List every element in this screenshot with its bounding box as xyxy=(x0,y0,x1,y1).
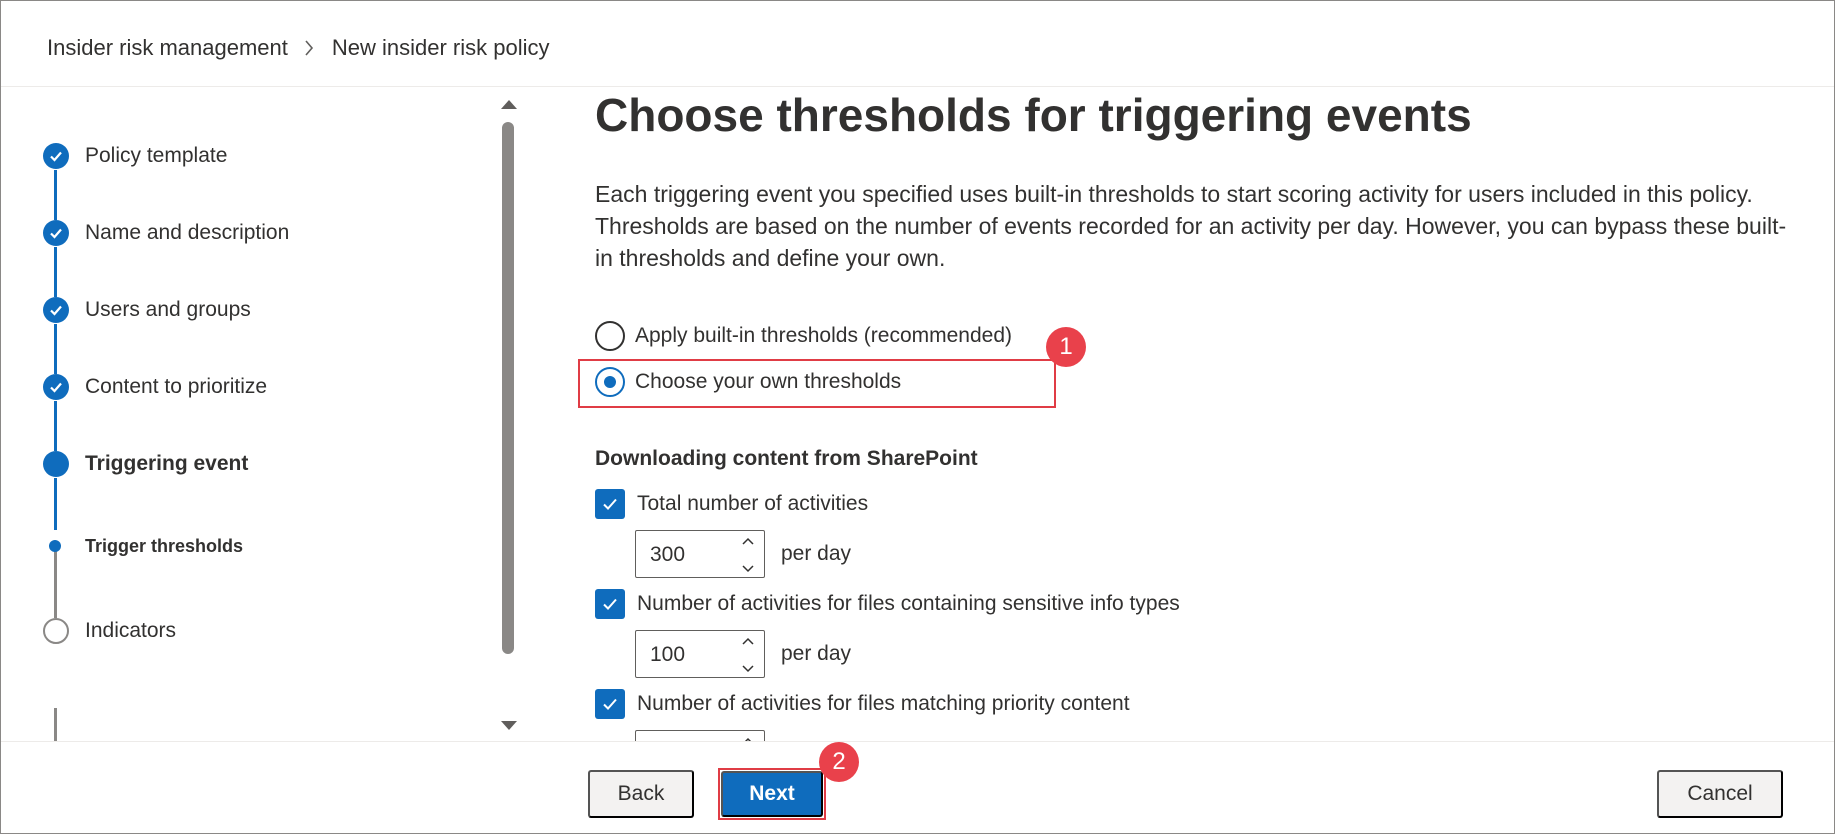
quantity-stepper[interactable] xyxy=(635,730,765,741)
substep-trigger-thresholds[interactable]: Trigger thresholds xyxy=(1,528,501,568)
step-connector xyxy=(54,708,57,741)
radio-button[interactable] xyxy=(595,321,625,351)
step-content-to-prioritize[interactable]: Content to prioritize xyxy=(1,367,501,407)
breadcrumb: Insider risk management New insider risk… xyxy=(47,35,550,61)
section-title: Downloading content from SharePoint xyxy=(595,447,978,470)
main-content: Choose thresholds for triggering events … xyxy=(522,88,1834,741)
scroll-up-arrow-icon[interactable] xyxy=(501,100,517,109)
breadcrumb-item-new-insider-risk-policy: New insider risk policy xyxy=(331,35,550,60)
step-label: Triggering event xyxy=(85,452,249,475)
checkmark-circle-icon xyxy=(43,143,69,169)
checkbox-sensitive-info-activities[interactable]: Number of activities for files containin… xyxy=(595,588,1180,620)
wizard-stepper: Policy template Name and description Use… xyxy=(1,88,521,741)
scrollbar-thumb[interactable] xyxy=(502,122,514,654)
checkmark-circle-icon xyxy=(43,297,69,323)
step-label: Policy template xyxy=(85,144,228,167)
step-label: Users and groups xyxy=(85,298,251,321)
next-button[interactable]: Next xyxy=(721,771,823,817)
chevron-up-icon[interactable] xyxy=(742,537,754,545)
step-label: Content to prioritize xyxy=(85,375,268,398)
quantity-stepper[interactable]: 100 xyxy=(635,630,765,678)
breadcrumb-item-insider-risk-management[interactable]: Insider risk management xyxy=(47,35,288,61)
page-description: Each triggering event you specified uses… xyxy=(595,181,1787,271)
step-label: Trigger thresholds xyxy=(85,536,244,556)
current-substep-dot-icon xyxy=(49,540,61,552)
footer-bar: Back Next 2 Cancel xyxy=(1,741,1834,833)
annotation-badge-1: 1 xyxy=(1046,327,1086,367)
page-title: Choose thresholds for triggering events xyxy=(595,89,1472,141)
scroll-down-arrow-icon[interactable] xyxy=(501,721,517,730)
back-button[interactable]: Back xyxy=(588,770,694,818)
header-bar: Insider risk management New insider risk… xyxy=(1,1,1834,87)
cancel-button[interactable]: Cancel xyxy=(1657,770,1783,818)
chevron-up-icon[interactable] xyxy=(742,637,754,645)
threshold-row-priority xyxy=(635,730,765,741)
annotation-badge-2: 2 xyxy=(819,742,859,782)
chevron-down-icon[interactable] xyxy=(742,665,754,673)
checkbox-priority-content-activities[interactable]: Number of activities for files matching … xyxy=(595,688,1130,720)
step-triggering-event[interactable]: Triggering event xyxy=(1,444,501,484)
current-step-dot-icon xyxy=(43,451,69,477)
checkbox-label: Total number of activities xyxy=(637,492,869,515)
step-connector xyxy=(54,478,57,530)
chevron-right-icon xyxy=(304,40,314,56)
annotation-highlight-box xyxy=(578,359,1056,408)
checkmark-circle-icon xyxy=(43,220,69,246)
empty-circle-icon xyxy=(43,618,69,644)
checkbox-label: Number of activities for files matching … xyxy=(637,692,1130,715)
stepper-value[interactable]: 300 xyxy=(650,543,685,567)
stepper-scrollbar[interactable] xyxy=(497,92,521,734)
quantity-stepper[interactable]: 300 xyxy=(635,530,765,578)
checkbox-total-activities[interactable]: Total number of activities xyxy=(595,488,868,520)
step-indicators[interactable]: Indicators xyxy=(1,611,501,651)
checkbox-label: Number of activities for files containin… xyxy=(637,592,1180,615)
chevron-down-icon[interactable] xyxy=(742,565,754,573)
checkbox-checked-icon[interactable] xyxy=(595,689,625,719)
radio-label: Apply built-in thresholds (recommended) xyxy=(635,324,1013,347)
threshold-row-total: 300 per day xyxy=(635,530,851,578)
step-users-and-groups[interactable]: Users and groups xyxy=(1,290,501,330)
radio-built-in-thresholds[interactable]: Apply built-in thresholds (recommended) xyxy=(595,320,1012,352)
unit-label: per day xyxy=(781,642,852,665)
step-label: Indicators xyxy=(85,619,177,642)
step-policy-template[interactable]: Policy template xyxy=(1,136,501,176)
checkbox-checked-icon[interactable] xyxy=(595,489,625,519)
unit-label: per day xyxy=(781,542,852,565)
checkbox-checked-icon[interactable] xyxy=(595,589,625,619)
threshold-row-sensitive: 100 per day xyxy=(635,630,851,678)
step-name-and-description[interactable]: Name and description xyxy=(1,213,501,253)
stepper-value[interactable]: 100 xyxy=(650,643,685,667)
checkmark-circle-icon xyxy=(43,374,69,400)
step-label: Name and description xyxy=(85,221,290,244)
